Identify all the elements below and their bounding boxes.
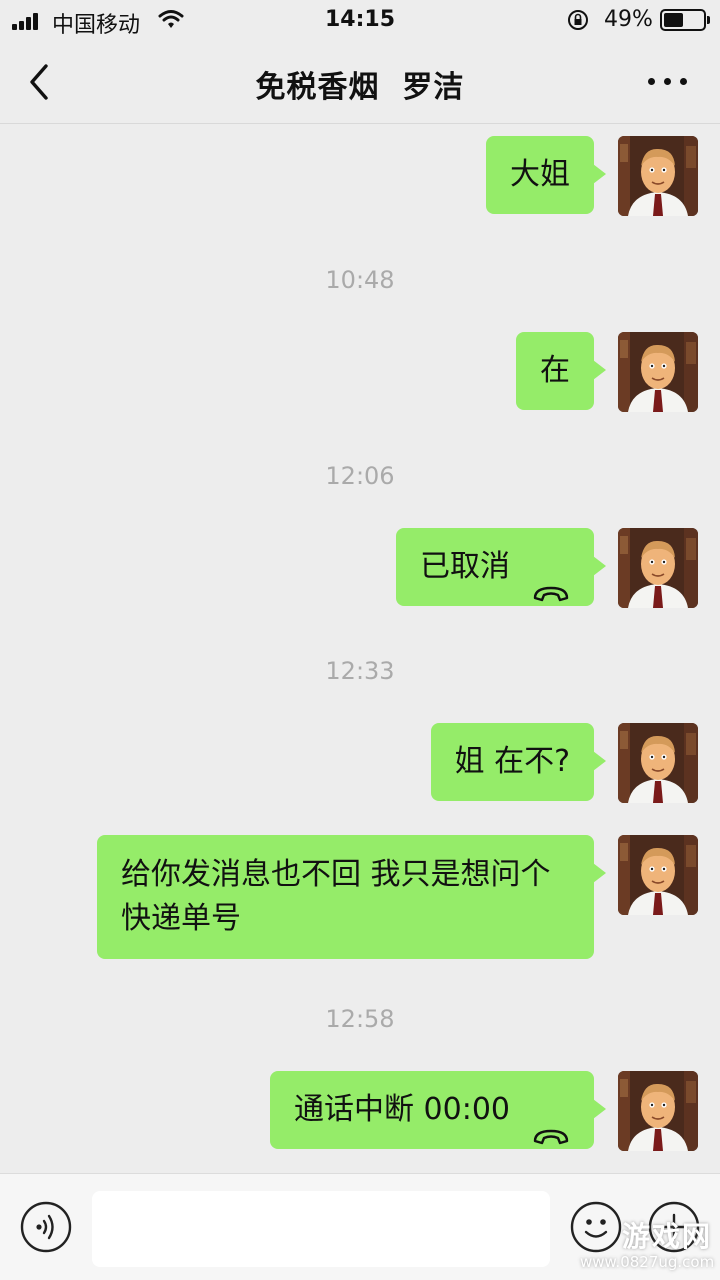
message-bubble[interactable]: 大姐 [486, 136, 606, 214]
watermark-title: 游戏网 [621, 1220, 712, 1253]
battery-percent: 49% [604, 7, 653, 32]
message-text: 在 [540, 353, 570, 388]
timestamp: 12:33 [325, 657, 395, 685]
phone-hangup-icon [532, 556, 570, 601]
phone-hangup-icon [532, 1099, 570, 1144]
call-record-bubble[interactable]: 已取消 [396, 528, 606, 606]
rotation-lock-icon [567, 9, 589, 31]
avatar[interactable] [618, 136, 698, 216]
status-bar: 中国移动 14:15 49% [0, 0, 720, 40]
message-text: 大姐 [510, 157, 570, 192]
more-icon[interactable] [646, 74, 690, 90]
message-bubble[interactable]: 在 [516, 332, 606, 410]
avatar[interactable] [618, 723, 698, 803]
avatar[interactable] [618, 1071, 698, 1151]
message-text: 姐 在不? [454, 744, 570, 779]
chat-title: 免税香烟 罗洁 [255, 70, 465, 105]
message-bubble[interactable]: 姐 在不? [430, 723, 607, 801]
battery-icon [660, 9, 710, 31]
chat-message-list[interactable]: 大姐 10:48 在 12:06 已取消 12:33 姐 在不? 给你发消息也不… [0, 125, 720, 1173]
voice-icon[interactable] [20, 1201, 72, 1253]
watermark-url: www.0827ug.com [580, 1253, 715, 1271]
message-text: 已取消 [420, 549, 510, 584]
message-bubble[interactable]: 给你发消息也不回 我只是想问个快递单号 [97, 835, 606, 959]
avatar[interactable] [618, 528, 698, 608]
message-text: 给你发消息也不回 我只是想问个快递单号 [121, 857, 551, 936]
timestamp: 10:48 [325, 266, 395, 294]
site-watermark: 游戏网 www.0827ug.com [580, 1220, 715, 1276]
avatar[interactable] [618, 835, 698, 915]
message-input[interactable] [92, 1191, 550, 1267]
call-record-bubble[interactable]: 通话中断 00:00 [270, 1071, 606, 1149]
timestamp: 12:58 [325, 1005, 395, 1033]
avatar[interactable] [618, 332, 698, 412]
timestamp: 12:06 [325, 462, 395, 490]
message-text: 通话中断 00:00 [294, 1092, 510, 1127]
chat-header: 免税香烟 罗洁 [0, 40, 720, 124]
